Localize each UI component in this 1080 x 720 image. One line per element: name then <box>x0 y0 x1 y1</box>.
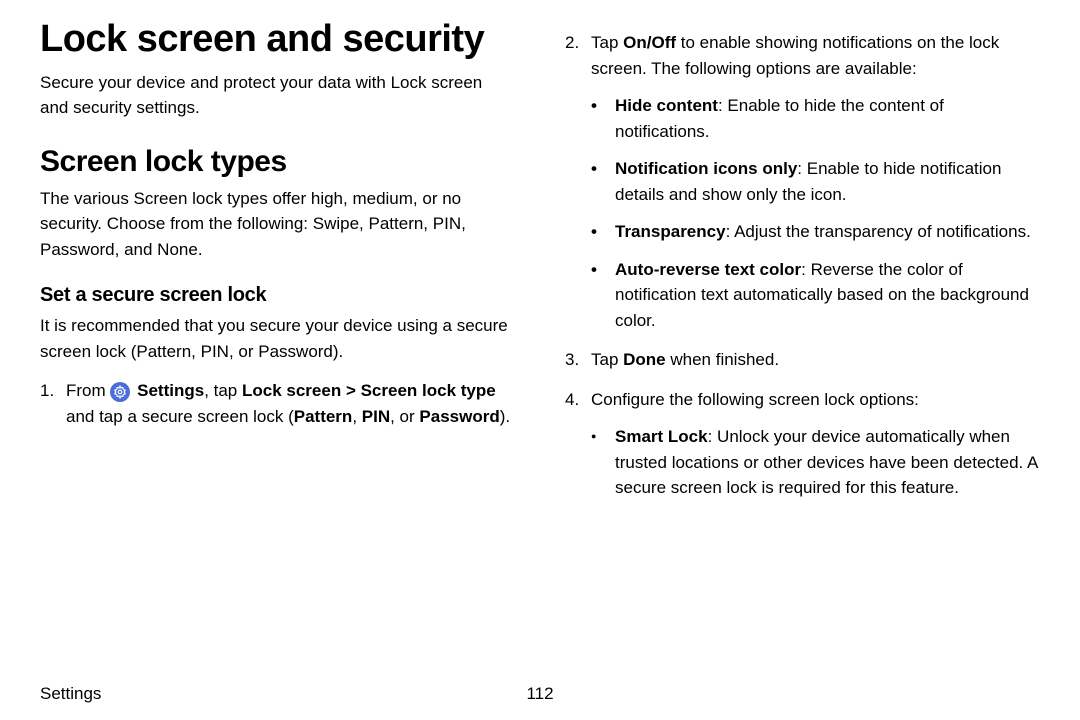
text-fragment: From <box>66 381 110 400</box>
text-bold-password: Password <box>419 407 499 426</box>
screen-lock-types-paragraph: The various Screen lock types offer high… <box>40 186 515 263</box>
step-number: 2. <box>565 30 591 81</box>
intro-paragraph: Secure your device and protect your data… <box>40 70 515 121</box>
option-label: Transparency <box>615 222 726 241</box>
option-hide-content: • Hide content: Enable to hide the conte… <box>565 93 1040 144</box>
text-bold-onoff: On/Off <box>623 33 676 52</box>
text-fragment: Tap <box>591 350 623 369</box>
text-fragment: , <box>352 407 361 426</box>
bullet-icon: ● <box>591 424 615 501</box>
text-fragment: when finished. <box>666 350 779 369</box>
text-fragment: and tap a secure screen lock ( <box>66 407 294 426</box>
step-2-body: Tap On/Off to enable showing notificatio… <box>591 30 1040 81</box>
option-label: Hide content <box>615 96 718 115</box>
text-bold-path: Lock screen > Screen lock type <box>242 381 496 400</box>
step-number: 1. <box>40 378 66 429</box>
bullet-icon: • <box>591 219 615 245</box>
option-desc: : Adjust the transparency of notificatio… <box>726 222 1031 241</box>
option-label: Smart Lock <box>615 427 708 446</box>
text-fragment: , or <box>390 407 419 426</box>
option-smart-lock: ● Smart Lock: Unlock your device automat… <box>565 424 1040 501</box>
text-bold-pattern: Pattern <box>294 407 353 426</box>
secure-recommendation-paragraph: It is recommended that you secure your d… <box>40 313 515 364</box>
right-column: 2. Tap On/Off to enable showing notifica… <box>565 20 1040 501</box>
bullet-icon: • <box>591 93 615 144</box>
footer-page-number: 112 <box>526 684 553 704</box>
step-number: 4. <box>565 387 591 413</box>
option-label: Auto-reverse text color <box>615 260 801 279</box>
step-3-body: Tap Done when finished. <box>591 347 1040 373</box>
step-3: 3. Tap Done when finished. <box>565 347 1040 373</box>
page-footer: Settings 112 <box>40 684 1040 704</box>
step-1-body: From Settings, tap Lock screen > Screen … <box>66 378 515 429</box>
step-4: 4. Configure the following screen lock o… <box>565 387 1040 413</box>
bullet-icon: • <box>591 156 615 207</box>
option-transparency: • Transparency: Adjust the transparency … <box>565 219 1040 245</box>
text-fragment: Tap <box>591 33 623 52</box>
text-bold-done: Done <box>623 350 666 369</box>
text-fragment: ). <box>500 407 510 426</box>
step-number: 3. <box>565 347 591 373</box>
option-auto-reverse-text-color: • Auto-reverse text color: Reverse the c… <box>565 257 1040 334</box>
page-title: Lock screen and security <box>40 20 515 60</box>
step-1: 1. From Settings, tap Lock screen > Scre… <box>40 378 515 429</box>
text-fragment: , tap <box>204 381 242 400</box>
section-heading-screen-lock-types: Screen lock types <box>40 145 515 178</box>
step-4-body: Configure the following screen lock opti… <box>591 387 1040 413</box>
option-label: Notification icons only <box>615 159 797 178</box>
text-bold-settings: Settings <box>137 381 204 400</box>
footer-section-label: Settings <box>40 684 101 704</box>
option-notification-icons-only: • Notification icons only: Enable to hid… <box>565 156 1040 207</box>
step-2: 2. Tap On/Off to enable showing notifica… <box>565 30 1040 81</box>
text-bold-pin: PIN <box>362 407 390 426</box>
bullet-icon: • <box>591 257 615 334</box>
settings-icon <box>110 382 130 402</box>
left-column: Lock screen and security Secure your dev… <box>40 20 515 501</box>
subsection-heading-set-secure: Set a secure screen lock <box>40 284 515 307</box>
